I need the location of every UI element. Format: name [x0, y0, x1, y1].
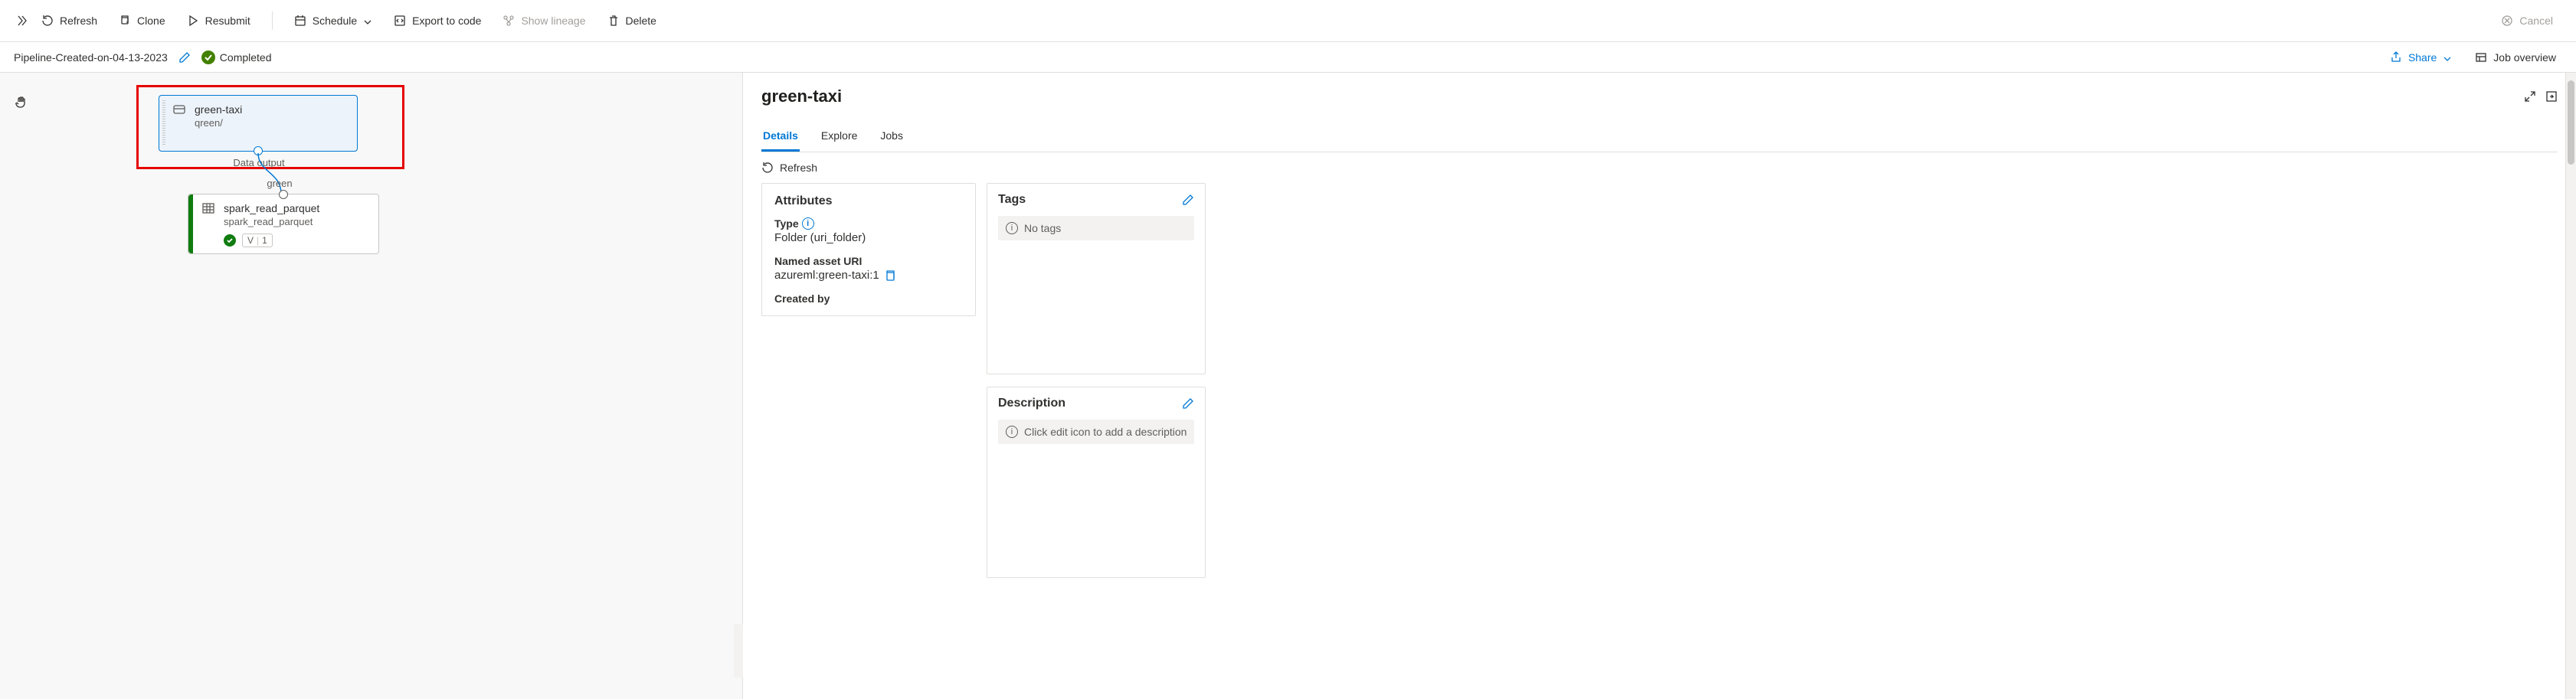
clone-button[interactable]: Clone: [111, 10, 173, 31]
resize-handle[interactable]: [734, 624, 743, 678]
drag-handle[interactable]: [162, 100, 165, 146]
canvas-area[interactable]: green-taxi qreen/ Data output green spar…: [0, 73, 743, 699]
cancel-label: Cancel: [2519, 15, 2553, 27]
refresh-icon: [761, 162, 774, 174]
type-label: Type: [774, 217, 799, 230]
details-title: green-taxi: [761, 87, 842, 106]
lineage-icon: [502, 15, 515, 27]
overview-label: Job overview: [2493, 51, 2556, 64]
version-badge: V|1: [242, 234, 273, 247]
node-green-taxi[interactable]: green-taxi qreen/: [159, 95, 358, 152]
divider: [272, 11, 273, 30]
refresh-label: Refresh: [60, 15, 97, 27]
type-value: Folder (uri_folder): [774, 231, 963, 244]
share-button[interactable]: Share: [2384, 48, 2458, 67]
resubmit-label: Resubmit: [205, 15, 250, 27]
lineage-label: Show lineage: [521, 15, 585, 27]
tab-details[interactable]: Details: [761, 122, 800, 152]
clone-label: Clone: [137, 15, 165, 27]
description-empty-state: i Click edit icon to add a description: [998, 420, 1194, 444]
schedule-icon: [294, 15, 306, 27]
input-port[interactable]: [279, 190, 288, 199]
overview-button[interactable]: Job overview: [2469, 48, 2562, 67]
node-title: green-taxi: [195, 103, 242, 116]
tags-card: Tags i No tags: [987, 183, 1206, 374]
export-label: Export to code: [412, 15, 481, 27]
export-icon: [394, 15, 406, 27]
chevron-down-icon: [2443, 53, 2452, 62]
status-strip: [188, 194, 193, 253]
info-icon: i: [1006, 426, 1018, 438]
cancel-button: Cancel: [2493, 10, 2561, 31]
edit-name-icon[interactable]: [178, 51, 191, 64]
uri-label: Named asset URI: [774, 255, 862, 267]
copy-icon[interactable]: [884, 269, 896, 282]
attributes-heading: Attributes: [774, 194, 833, 208]
scrollbar-thumb[interactable]: [2568, 80, 2574, 165]
hand-tool-icon[interactable]: [15, 96, 28, 108]
subheader: Pipeline-Created-on-04-13-2023 Completed…: [0, 42, 2576, 73]
cancel-icon: [2501, 15, 2513, 27]
play-icon: [187, 15, 199, 27]
info-icon: i: [1006, 222, 1018, 234]
clone-icon: [119, 15, 131, 27]
resubmit-button[interactable]: Resubmit: [179, 10, 258, 31]
tags-heading: Tags: [998, 193, 1026, 207]
description-card: Description i Click edit icon to add a d…: [987, 387, 1206, 578]
refresh-details-button[interactable]: Refresh: [761, 152, 2558, 183]
refresh-icon: [41, 15, 54, 27]
tab-jobs[interactable]: Jobs: [879, 122, 905, 152]
lineage-button: Show lineage: [495, 10, 593, 31]
uri-value: azureml:green-taxi:1: [774, 269, 879, 282]
edit-description-icon[interactable]: [1182, 397, 1194, 410]
export-button[interactable]: Export to code: [386, 10, 489, 31]
attributes-card: Attributes Type i Folder (uri_folder) Na…: [761, 183, 976, 316]
tags-empty-state: i No tags: [998, 216, 1194, 240]
info-icon[interactable]: i: [802, 217, 814, 230]
overview-icon: [2475, 51, 2487, 64]
edge-label: green: [267, 178, 292, 189]
chevron-down-icon: [363, 16, 372, 25]
node-subtitle: qreen/: [195, 117, 242, 129]
delete-label: Delete: [626, 15, 656, 27]
data-icon: [173, 103, 187, 117]
description-heading: Description: [998, 397, 1065, 410]
node-subtitle: spark_read_parquet: [224, 216, 319, 227]
command-bar: Refresh Clone Resubmit Schedule Export t…: [0, 0, 2576, 42]
table-icon: [202, 202, 216, 216]
node-title: spark_read_parquet: [224, 202, 319, 214]
schedule-label: Schedule: [313, 15, 357, 27]
createdby-label: Created by: [774, 292, 830, 305]
delete-button[interactable]: Delete: [600, 10, 664, 31]
status-text: Completed: [220, 51, 272, 64]
edit-tags-icon[interactable]: [1182, 194, 1194, 206]
share-icon: [2390, 51, 2402, 64]
check-icon: [201, 51, 215, 64]
refresh-label: Refresh: [780, 162, 817, 174]
status-badge: Completed: [201, 51, 272, 64]
schedule-button[interactable]: Schedule: [286, 10, 380, 31]
main: green-taxi qreen/ Data output green spar…: [0, 73, 2576, 699]
popout-icon[interactable]: [2545, 90, 2558, 103]
details-panel: green-taxi Details Explore Jobs Refresh: [743, 73, 2576, 699]
tabbar: Details Explore Jobs: [761, 122, 2558, 152]
share-label: Share: [2408, 51, 2437, 64]
check-icon: [224, 234, 236, 247]
node-spark-read-parquet[interactable]: spark_read_parquet spark_read_parquet V|…: [188, 194, 379, 254]
tab-explore[interactable]: Explore: [820, 122, 859, 152]
pipeline-name: Pipeline-Created-on-04-13-2023: [14, 51, 168, 64]
trash-icon: [607, 15, 620, 27]
scrollbar[interactable]: [2565, 73, 2576, 699]
refresh-button[interactable]: Refresh: [34, 10, 105, 31]
expand-full-icon[interactable]: [2524, 90, 2536, 103]
expand-icon[interactable]: [15, 15, 28, 27]
